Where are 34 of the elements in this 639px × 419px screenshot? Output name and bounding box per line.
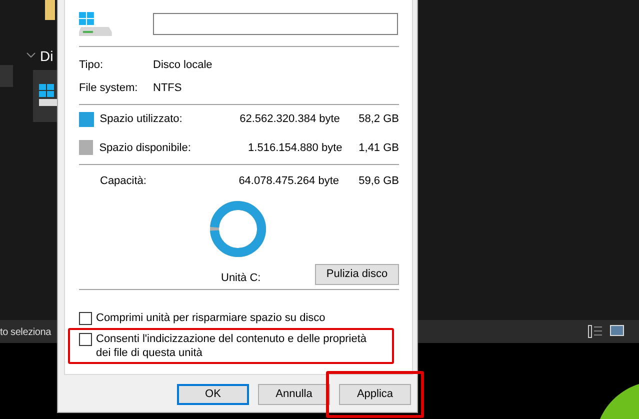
type-label: Tipo: [79, 58, 104, 73]
dialog-button[interactable]: Annulla [258, 384, 330, 405]
space-label: Spazio utilizzato: [100, 112, 182, 127]
drive-icon [39, 84, 57, 106]
usage-donut [209, 200, 267, 258]
space-size: 1,41 GB [358, 140, 399, 156]
folder-icon [45, 0, 55, 20]
tiles-view-icon[interactable] [610, 325, 624, 336]
file-system-value: NTFS [153, 80, 183, 96]
cleanup-button[interactable]: Pulizia disco [315, 264, 399, 284]
drive-item[interactable] [33, 70, 57, 122]
section-label: Di [40, 47, 54, 66]
space-bytes: 62.562.320.384 byte [238, 112, 340, 127]
option-label: Consenti l'indicizzazione del contenuto e delle proprietà dei file di questa unità [96, 332, 368, 360]
status-text: to seleziona [0, 326, 51, 340]
drive-icon [79, 12, 113, 36]
capacity-bytes: 64.078.475.264 byte [238, 174, 339, 189]
drive-label: Unità C: [221, 271, 261, 286]
checkbox[interactable] [79, 312, 92, 324]
dialog-button[interactable]: OK [177, 384, 249, 405]
nav-item-background [0, 65, 13, 87]
drive-name-field[interactable] [152, 13, 398, 35]
chevron-icon[interactable] [26, 52, 36, 58]
checkbox[interactable] [79, 332, 92, 346]
capacity-size: 59,6 GB [358, 174, 399, 189]
space-size: 58,2 GB [358, 112, 399, 127]
dialog-button[interactable]: Applica [339, 384, 411, 405]
space-label: Spazio disponibile: [99, 140, 191, 156]
option-label: Comprimi unità per risparmiare spazio su disco [96, 310, 326, 324]
type-value: Disco locale [153, 58, 214, 73]
space-bytes: 1.516.154.880 byte [247, 140, 342, 156]
capacity-label: Capacità: [100, 174, 146, 189]
file-system-label: File system: [79, 80, 139, 96]
details-view-icon[interactable] [588, 325, 602, 338]
